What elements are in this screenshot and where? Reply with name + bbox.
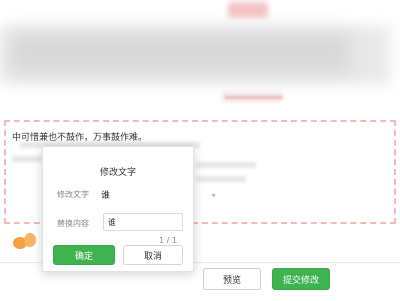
editor-blurred-line — [196, 162, 256, 168]
redacted-top-block — [228, 2, 268, 18]
confirm-button[interactable]: 确定 — [53, 245, 115, 265]
orange-leaf-icon — [13, 233, 36, 249]
editor-blurred-line — [12, 156, 42, 162]
replace-content-label: 替换内容 — [57, 219, 89, 228]
blurred-header-content — [10, 34, 350, 72]
edit-text-dialog: 修改文字 修改文字 谁 替换内容 1 / 1 确定 取消 — [42, 146, 194, 272]
replace-content-input[interactable] — [103, 213, 183, 231]
match-pager: 1 / 1 — [159, 236, 177, 245]
preview-button[interactable]: 预览 — [203, 268, 261, 290]
editor-period: 。 — [212, 189, 222, 199]
redacted-middle-line — [225, 96, 283, 99]
editor-blurred-line — [196, 176, 246, 182]
cancel-button[interactable]: 取消 — [123, 245, 183, 265]
edit-text-value: 谁 — [101, 191, 111, 201]
edit-text-label: 修改文字 — [57, 190, 89, 199]
submit-changes-button[interactable]: 提交修改 — [272, 268, 330, 290]
dialog-title: 修改文字 — [99, 168, 136, 178]
